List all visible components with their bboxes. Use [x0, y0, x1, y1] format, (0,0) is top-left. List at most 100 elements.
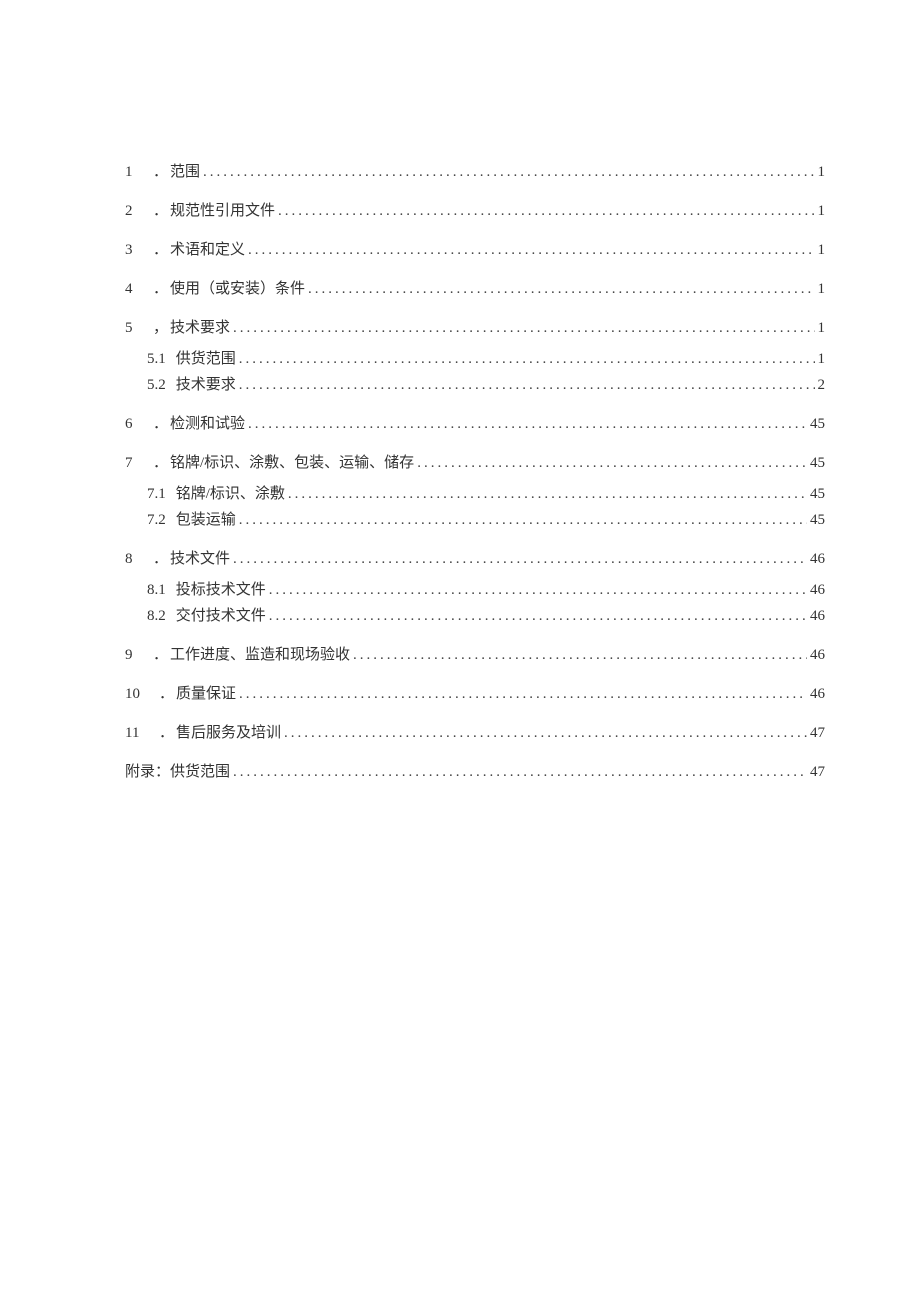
toc-number: 8 [125, 547, 153, 571]
toc-separator: ， [153, 316, 168, 340]
toc-number: 9 [125, 643, 153, 667]
toc-entry-9: 9 ． 工作进度、监造和现场验收 .......................… [125, 643, 825, 667]
toc-page-number: 46 [810, 578, 825, 602]
toc-title: 供货范围 [170, 760, 230, 784]
toc-sub-number: 7.2 [147, 508, 166, 532]
toc-page-number: 46 [810, 547, 825, 571]
toc-entry-11: 11 ． 售后服务及培训 ...........................… [125, 721, 825, 745]
toc-title: 规范性引用文件 [170, 199, 275, 223]
toc-leader-dots: ........................................… [239, 682, 807, 706]
toc-separator: ． [153, 277, 168, 301]
toc-number: 2 [125, 199, 153, 223]
toc-number: 4 [125, 277, 153, 301]
toc-sub-number: 5.2 [147, 373, 166, 397]
toc-leader-dots: ........................................… [239, 347, 815, 371]
toc-leader-dots: ........................................… [308, 277, 814, 301]
toc-entry-7: 7 ． 铭牌/标识、涂敷、包装、运输、储存 ..................… [125, 451, 825, 475]
toc-number: 11 [125, 721, 159, 745]
toc-leader-dots: ........................................… [233, 547, 807, 571]
toc-separator: ． [153, 238, 168, 262]
toc-number: 1 [125, 160, 153, 184]
toc-entry-2: 2 ． 规范性引用文件 ............................… [125, 199, 825, 223]
toc-number: 3 [125, 238, 153, 262]
toc-entry-7-1: 7.1 铭牌/标识、涂敷 ...........................… [125, 482, 825, 506]
toc-title: 技术要求 [170, 316, 230, 340]
toc-leader-dots: ........................................… [239, 373, 815, 397]
toc-entry-8: 8 ． 技术文件 ...............................… [125, 547, 825, 571]
toc-leader-dots: ........................................… [239, 508, 807, 532]
toc-sub-group-5: 5.1 供货范围 ...............................… [125, 347, 825, 397]
toc-title: 供货范围 [176, 347, 236, 371]
toc-sub-group-8: 8.1 投标技术文件 .............................… [125, 578, 825, 628]
toc-leader-dots: ........................................… [248, 412, 807, 436]
toc-separator: ． [153, 160, 168, 184]
toc-number: 7 [125, 451, 153, 475]
toc-entry-5: 5 ， 技术要求 ...............................… [125, 316, 825, 340]
toc-page-number: 46 [810, 682, 825, 706]
toc-entry-5-1: 5.1 供货范围 ...............................… [125, 347, 825, 371]
toc-leader-dots: ........................................… [248, 238, 814, 262]
toc-separator: ． [159, 682, 174, 706]
appendix-label: 附录： [125, 760, 170, 784]
toc-page-number: 1 [818, 316, 826, 340]
toc-number: 10 [125, 682, 159, 706]
toc-leader-dots: ........................................… [288, 482, 807, 506]
toc-separator: ． [153, 547, 168, 571]
toc-title: 技术文件 [170, 547, 230, 571]
toc-number: 5 [125, 316, 153, 340]
toc-page-number: 46 [810, 643, 825, 667]
toc-title: 售后服务及培训 [176, 721, 281, 745]
toc-page-number: 46 [810, 604, 825, 628]
toc-leader-dots: ........................................… [284, 721, 807, 745]
toc-entry-4: 4 ． 使用（或安装）条件 ..........................… [125, 277, 825, 301]
toc-title: 质量保证 [176, 682, 236, 706]
toc-separator: ． [159, 721, 174, 745]
toc-number: 6 [125, 412, 153, 436]
toc-separator: ． [153, 412, 168, 436]
toc-sub-number: 7.1 [147, 482, 166, 506]
toc-sub-number: 8.1 [147, 578, 166, 602]
toc-entry-appendix: 附录： 供货范围 ...............................… [125, 760, 825, 784]
toc-page-number: 2 [818, 373, 826, 397]
toc-entry-8-2: 8.2 交付技术文件 .............................… [125, 604, 825, 628]
toc-separator: ． [153, 451, 168, 475]
toc-page-number: 47 [810, 721, 825, 745]
toc-page-number: 45 [810, 508, 825, 532]
toc-entry-7-2: 7.2 包装运输 ...............................… [125, 508, 825, 532]
toc-page-number: 45 [810, 482, 825, 506]
toc-title: 技术要求 [176, 373, 236, 397]
toc-entry-8-1: 8.1 投标技术文件 .............................… [125, 578, 825, 602]
toc-title: 铭牌/标识、涂敷、包装、运输、储存 [170, 451, 414, 475]
toc-page-number: 1 [818, 160, 826, 184]
toc-entry-6: 6 ． 检测和试验 ..............................… [125, 412, 825, 436]
toc-separator: ． [153, 643, 168, 667]
toc-page-number: 45 [810, 412, 825, 436]
toc-entry-1: 1 ． 范围 .................................… [125, 160, 825, 184]
toc-entry-3: 3 ． 术语和定义 ..............................… [125, 238, 825, 262]
toc-title: 交付技术文件 [176, 604, 266, 628]
toc-sub-group-7: 7.1 铭牌/标识、涂敷 ...........................… [125, 482, 825, 532]
toc-title: 检测和试验 [170, 412, 245, 436]
toc-title: 投标技术文件 [176, 578, 266, 602]
toc-leader-dots: ........................................… [417, 451, 807, 475]
toc-leader-dots: ........................................… [269, 604, 807, 628]
toc-page-number: 1 [818, 199, 826, 223]
toc-page-number: 45 [810, 451, 825, 475]
toc-title: 范围 [170, 160, 200, 184]
toc-leader-dots: ........................................… [353, 643, 807, 667]
toc-title: 包装运输 [176, 508, 236, 532]
table-of-contents: 1 ． 范围 .................................… [125, 160, 825, 784]
toc-title: 术语和定义 [170, 238, 245, 262]
toc-leader-dots: ........................................… [269, 578, 807, 602]
toc-leader-dots: ........................................… [203, 160, 814, 184]
toc-entry-10: 10 ． 质量保证 ..............................… [125, 682, 825, 706]
toc-leader-dots: ........................................… [233, 316, 814, 340]
toc-title: 工作进度、监造和现场验收 [170, 643, 350, 667]
toc-leader-dots: ........................................… [233, 760, 807, 784]
toc-entry-5-2: 5.2 技术要求 ...............................… [125, 373, 825, 397]
toc-sub-number: 8.2 [147, 604, 166, 628]
toc-page-number: 47 [810, 760, 825, 784]
toc-page-number: 1 [818, 277, 826, 301]
toc-page-number: 1 [818, 347, 826, 371]
toc-title: 使用（或安装）条件 [170, 277, 305, 301]
